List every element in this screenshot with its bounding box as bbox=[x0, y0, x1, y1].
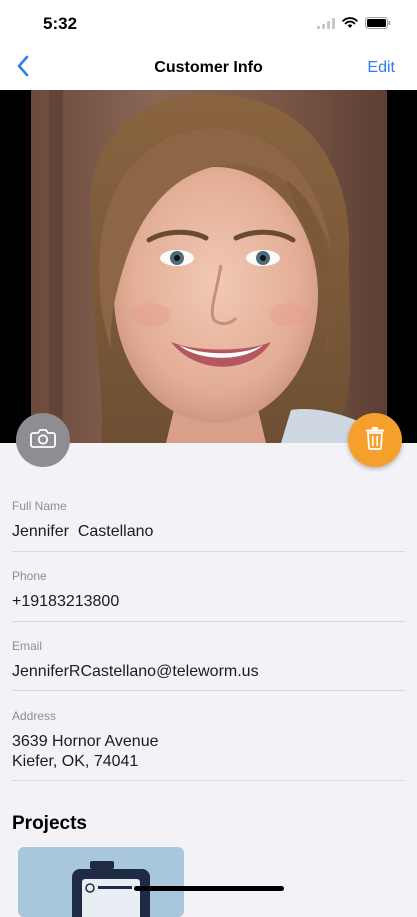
status-time: 5:32 bbox=[43, 14, 78, 33]
full-name-label: Full Name bbox=[12, 499, 67, 513]
address-line-2: Kiefer, OK, 74041 bbox=[12, 753, 139, 770]
wifi-icon bbox=[342, 16, 358, 34]
navigation-bar: Customer Info Edit bbox=[0, 46, 417, 90]
email-label: Email bbox=[12, 639, 43, 653]
phone-value[interactable]: +19183213800 bbox=[12, 592, 405, 612]
full-name-value: Jennifer Castellano bbox=[12, 523, 154, 540]
status-icons bbox=[317, 16, 391, 34]
battery-icon bbox=[365, 16, 391, 34]
page-title: Customer Info bbox=[154, 59, 263, 76]
divider bbox=[12, 551, 405, 552]
project-card[interactable] bbox=[18, 847, 184, 917]
address-label: Address bbox=[12, 709, 57, 723]
home-indicator bbox=[134, 886, 284, 891]
change-photo-button[interactable] bbox=[16, 413, 70, 467]
projects-section-title: Projects bbox=[12, 813, 87, 834]
trash-icon bbox=[365, 426, 385, 455]
address-line-1: 3639 Hornor Avenue bbox=[12, 733, 159, 750]
signal-icon bbox=[317, 16, 335, 34]
email-value[interactable]: JenniferRCastellano@teleworm.us bbox=[12, 662, 405, 682]
camera-icon bbox=[30, 428, 56, 453]
address-field: Address 3639 Hornor Avenue Kiefer, OK, 7… bbox=[12, 709, 405, 772]
address-value[interactable]: 3639 Hornor Avenue Kiefer, OK, 74041 bbox=[12, 732, 405, 772]
edit-button[interactable]: Edit bbox=[367, 59, 395, 77]
status-bar: 5:32 bbox=[0, 0, 417, 46]
phone-field: Phone +19183213800 bbox=[12, 569, 405, 612]
divider bbox=[12, 621, 405, 622]
email-field: Email JenniferRCastellano@teleworm.us bbox=[12, 639, 405, 682]
phone-label: Phone bbox=[12, 569, 47, 583]
divider bbox=[12, 780, 405, 781]
full-name-field: Full Name Jennifer Castellano bbox=[12, 499, 405, 542]
clipboard-icon bbox=[72, 861, 150, 917]
customer-photo-area bbox=[0, 90, 417, 443]
customer-photo bbox=[31, 90, 387, 443]
divider bbox=[12, 690, 405, 691]
delete-button[interactable] bbox=[348, 413, 402, 467]
